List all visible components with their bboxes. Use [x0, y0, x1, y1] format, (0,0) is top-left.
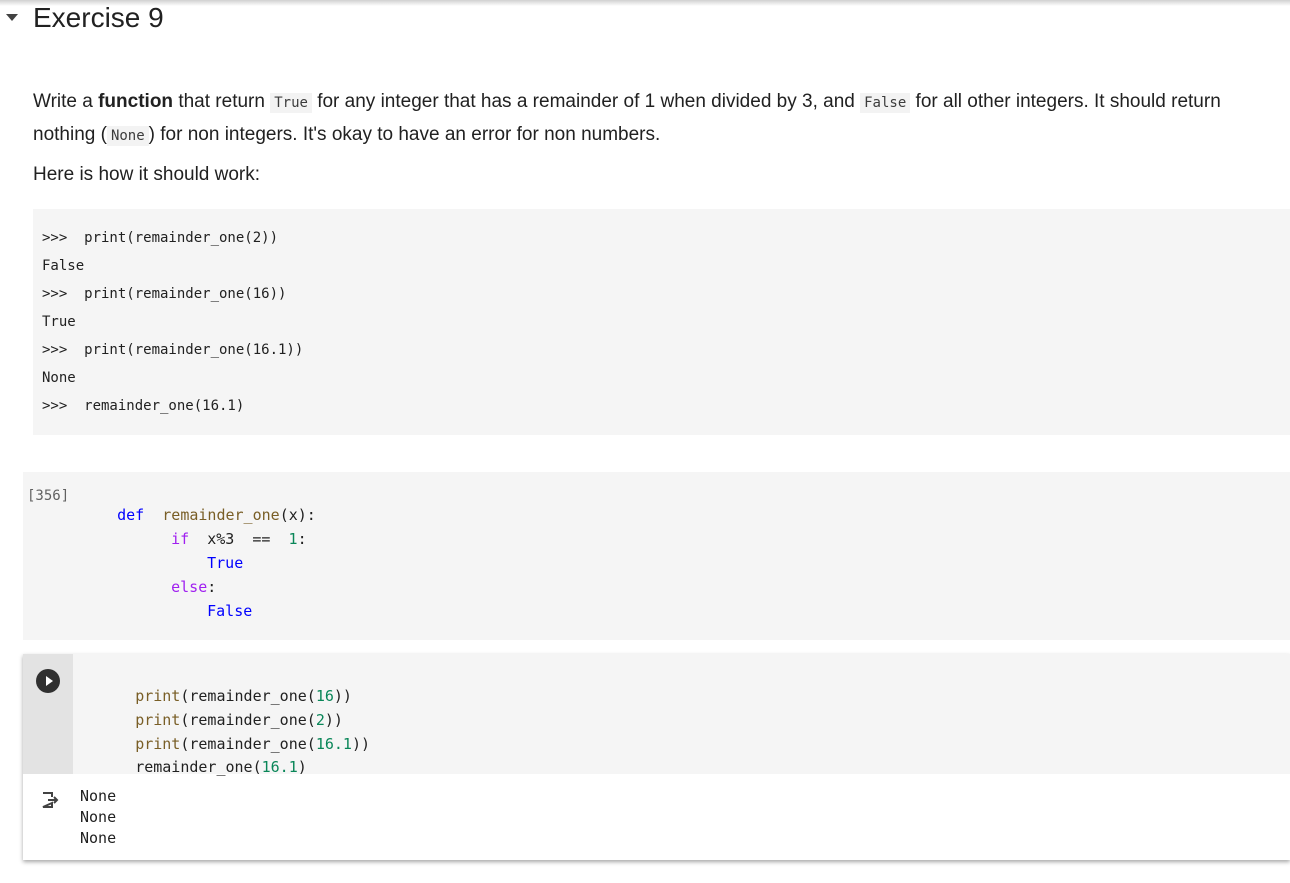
desc-text: for any integer that has a remainder of …: [311, 91, 861, 112]
inline-code-none: None: [106, 126, 149, 146]
description-paragraph-1: Write a function that return True for an…: [33, 86, 1283, 152]
output-line: None: [80, 829, 117, 847]
section-title: Exercise 9: [33, 2, 164, 33]
example-line: >>> remainder_one(16.1): [42, 398, 245, 414]
collapse-arrow-icon[interactable]: [6, 14, 18, 21]
example-line: None: [42, 370, 76, 386]
code-line-call-16-1[interactable]: remainder_one(16.1): [81, 740, 307, 794]
output-line: None: [80, 808, 117, 826]
number-literal: 16.1: [261, 758, 298, 776]
example-line: False: [42, 258, 85, 274]
call-close: )): [351, 735, 370, 753]
example-code-block: >>> print(remainder_one(2)) False >>> pr…: [33, 209, 1290, 435]
example-line: >>> print(remainder_one(2)): [42, 230, 279, 246]
example-line: True: [42, 314, 76, 330]
number-literal: 16.1: [315, 735, 352, 753]
example-line: >>> print(remainder_one(16.1)): [42, 342, 304, 358]
condition-number: 1: [288, 530, 298, 548]
code-cell-remainder-def[interactable]: [356] def remainder_one(x): if x%3 == 1:…: [23, 472, 1290, 640]
cell-code-area[interactable]: print(remainder_one(16)) print(remainder…: [73, 654, 1290, 776]
example-line: >>> print(remainder_one(16)): [42, 286, 287, 302]
desc-text: ) for non integers. It's okay to have an…: [148, 124, 661, 145]
inline-code-true: True: [270, 93, 312, 113]
desc-text: that return: [173, 91, 271, 112]
desc-text: nothing (: [33, 124, 107, 145]
run-cell-button[interactable]: [36, 669, 60, 693]
section-heading: Exercise 9: [0, 0, 1290, 36]
execution-count: [356]: [27, 488, 70, 504]
code-line-false[interactable]: False: [171, 584, 252, 638]
code-cell-print-calls[interactable]: print(remainder_one(16)) print(remainder…: [23, 654, 1290, 860]
description-paragraph-2: Here is how it should work:: [33, 164, 261, 185]
condition-operator: ==: [252, 530, 271, 548]
desc-bold-function: function: [98, 91, 174, 112]
colon: :: [297, 530, 307, 548]
desc-text: Write a: [33, 91, 99, 112]
call-close: ): [297, 758, 307, 776]
desc-text: for all other integers. It should return: [910, 91, 1221, 112]
keyword-false: False: [207, 602, 253, 620]
call-open: remainder_one(: [135, 758, 262, 776]
cell-gutter: [23, 654, 73, 774]
output-line: None: [80, 787, 117, 805]
output-arrow-icon[interactable]: [41, 791, 59, 809]
inline-code-false: False: [860, 93, 911, 113]
